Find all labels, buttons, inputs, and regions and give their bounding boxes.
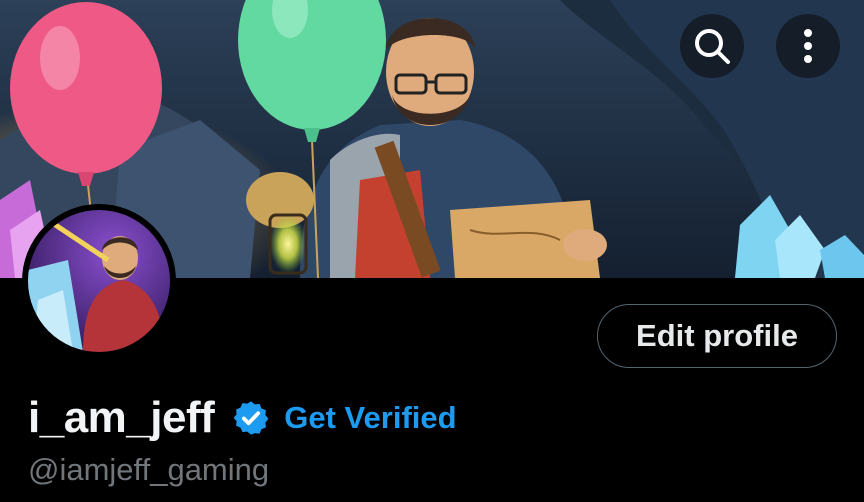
- username-handle: @iamjeff_gaming: [28, 452, 270, 487]
- edit-profile-button[interactable]: Edit profile: [597, 304, 837, 368]
- search-button[interactable]: [680, 14, 744, 78]
- more-vertical-icon: [804, 29, 812, 63]
- avatar-illustration: [28, 210, 170, 352]
- profile-avatar[interactable]: [22, 204, 176, 358]
- profile-name-row: i_am_jeff Get Verified: [28, 388, 457, 448]
- search-icon: [695, 29, 730, 64]
- verified-badge-icon: [233, 401, 269, 435]
- get-verified-link[interactable]: Get Verified: [284, 400, 456, 436]
- display-name: i_am_jeff: [28, 393, 215, 442]
- more-options-button[interactable]: [776, 14, 840, 78]
